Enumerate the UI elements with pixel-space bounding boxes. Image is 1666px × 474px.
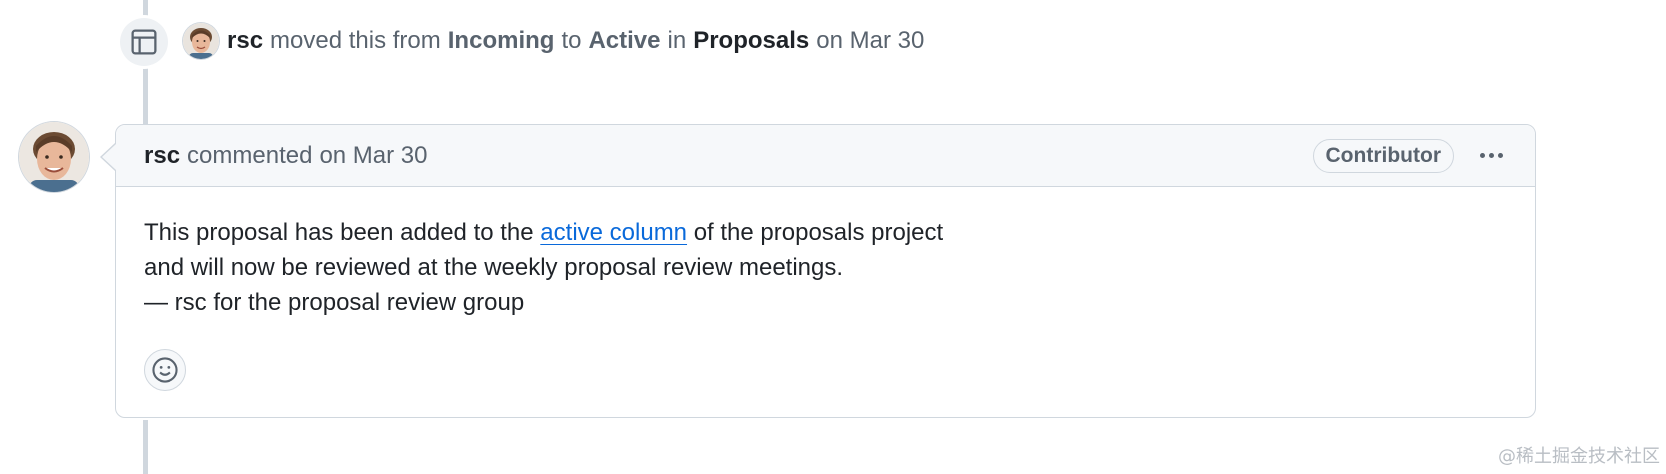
comment-body: This proposal has been added to the acti…: [116, 187, 1535, 320]
watermark: @稀土掘金技术社区: [1498, 446, 1660, 467]
event-to-text: to: [561, 27, 582, 54]
project-link[interactable]: Proposals: [693, 27, 809, 55]
comment-card: rsc commented on Mar 30 Contributor This…: [115, 124, 1536, 418]
comment-line-2: and will now be reviewed at the weekly p…: [144, 254, 844, 281]
to-column: Active: [588, 27, 661, 54]
active-column-link[interactable]: active column: [540, 219, 687, 246]
smiley-icon: [152, 357, 178, 383]
event-action-text: moved this from: [270, 27, 441, 54]
event-date[interactable]: on Mar 30: [816, 27, 924, 55]
event-author-link[interactable]: rsc: [227, 27, 263, 55]
contributor-badge: Contributor: [1312, 138, 1454, 173]
event-in-text: in: [667, 27, 687, 54]
add-reaction-button[interactable]: [144, 349, 186, 391]
project-table-icon: [120, 18, 168, 66]
project-move-event: rsc moved this from Incoming to Active i…: [183, 22, 924, 60]
avatar[interactable]: [19, 122, 89, 192]
comment-action-text: commented: [187, 141, 313, 169]
comment-header: rsc commented on Mar 30 Contributor: [116, 125, 1535, 187]
issue-timeline: rsc moved this from Incoming to Active i…: [0, 0, 1666, 474]
comment-line-3: — rsc for the proposal review group: [144, 289, 525, 316]
more-options-icon[interactable]: [1476, 147, 1507, 164]
from-column: Incoming: [447, 27, 555, 54]
comment-line-1: This proposal has been added to the acti…: [144, 219, 944, 246]
comment-author-link[interactable]: rsc: [144, 142, 180, 170]
comment-date[interactable]: on Mar 30: [319, 142, 427, 170]
avatar[interactable]: [183, 23, 219, 59]
